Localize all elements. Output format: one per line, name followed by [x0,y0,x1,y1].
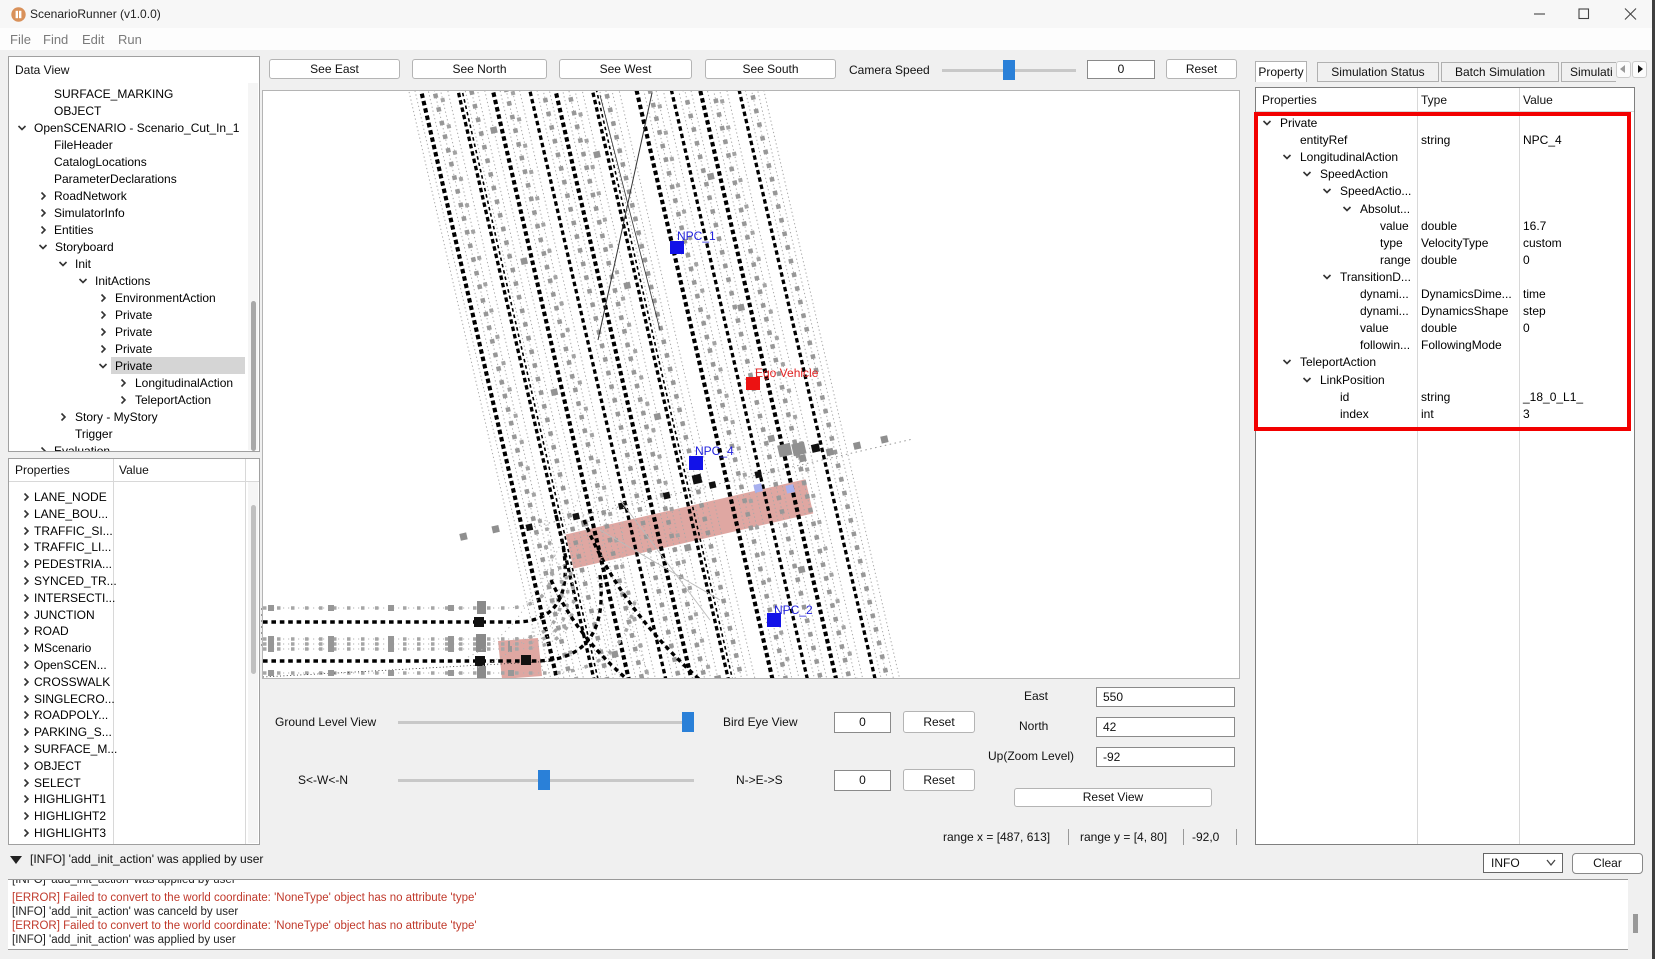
svg-text:NPC_2: NPC_2 [774,603,813,617]
svg-text:NPC_1: NPC_1 [677,229,716,243]
svg-text:Ego Vehicle: Ego Vehicle [755,366,819,380]
svg-text:NPC_4: NPC_4 [695,444,734,458]
